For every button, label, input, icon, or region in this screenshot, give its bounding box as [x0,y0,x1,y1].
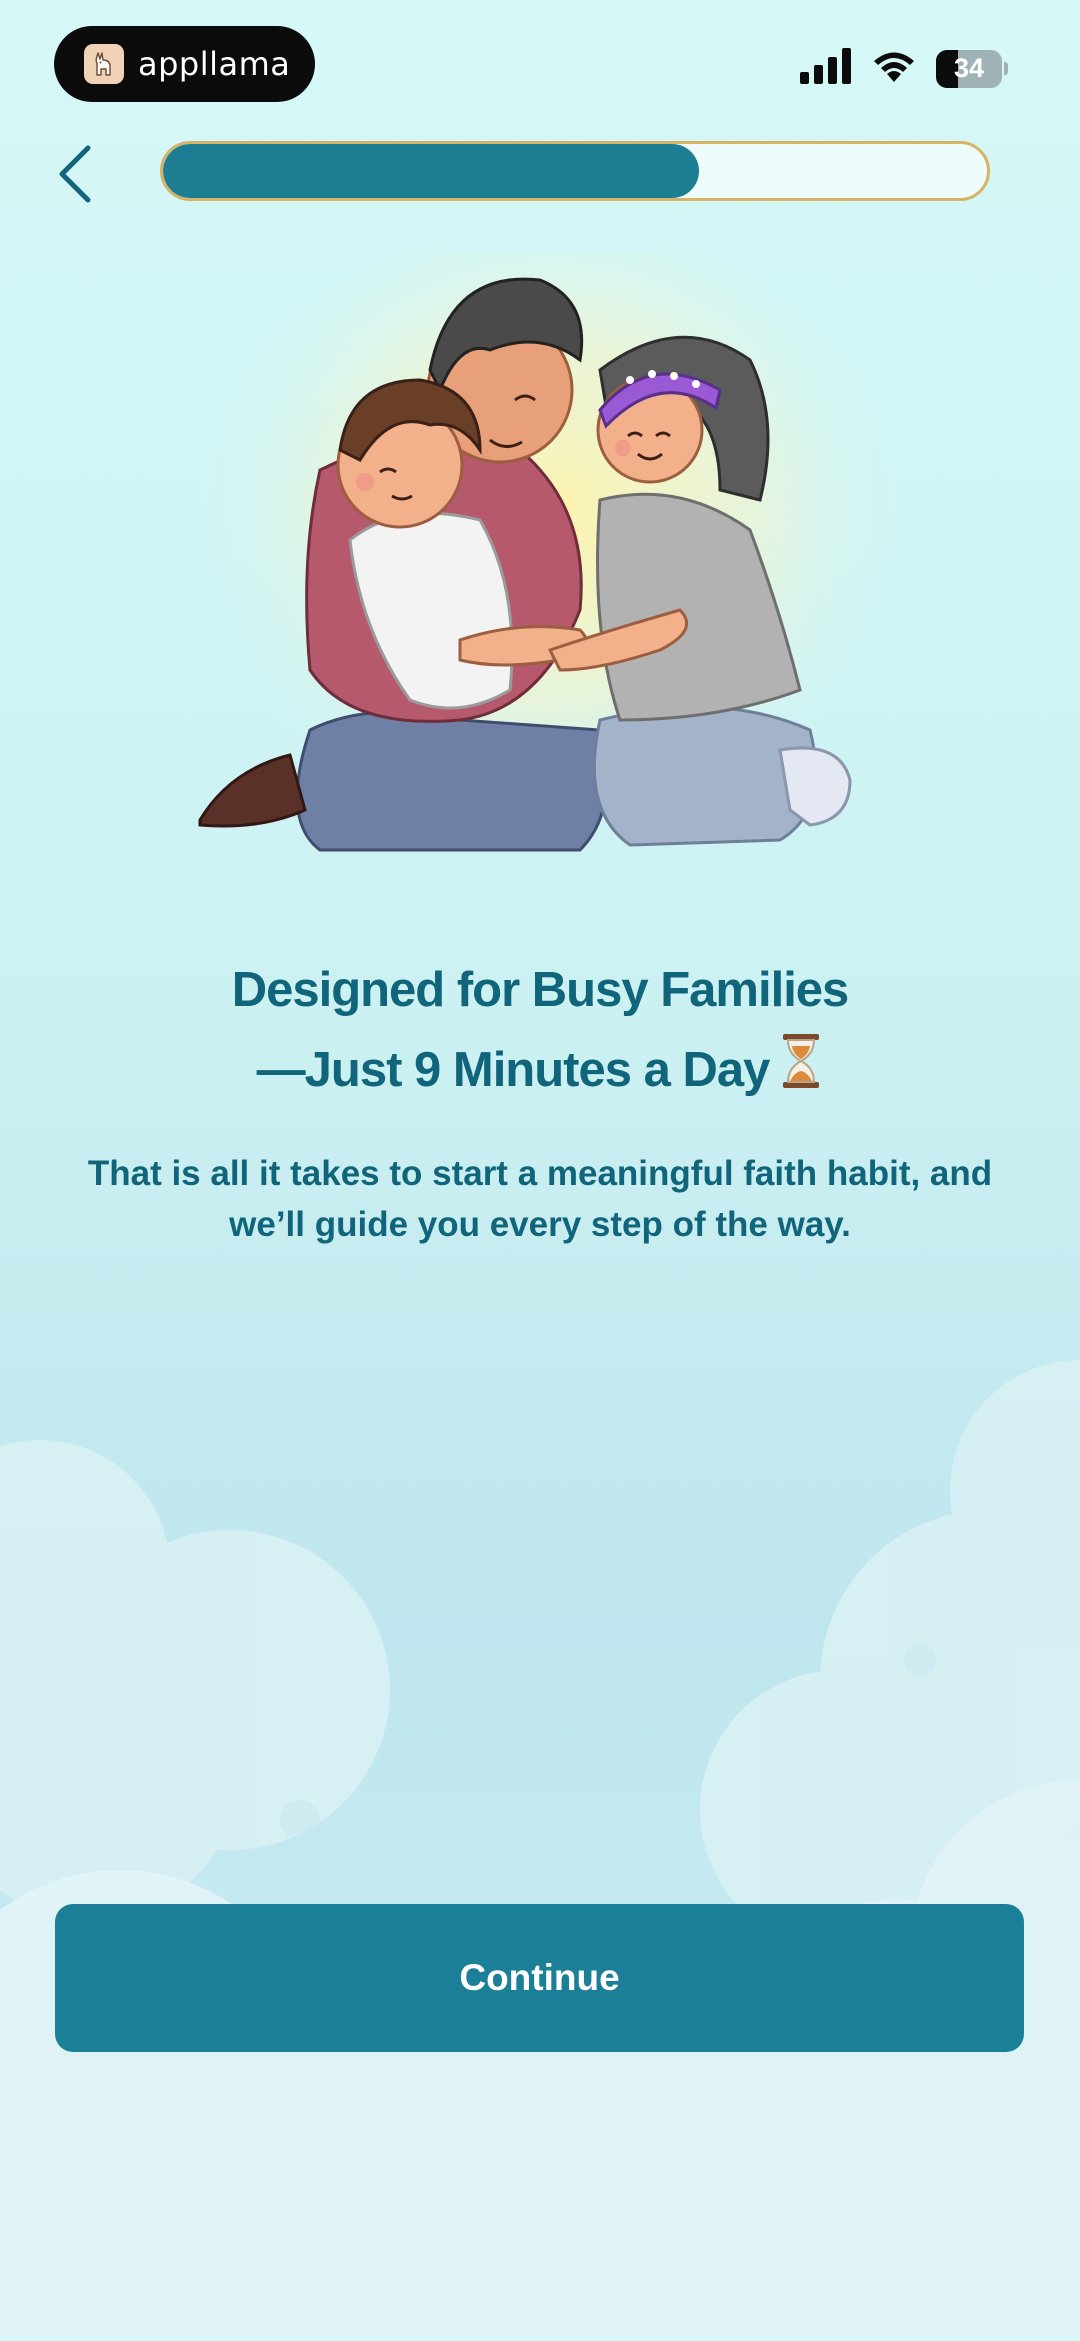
headline: Designed for Busy Families —Just 9 Minut… [40,950,1040,1114]
headline-line-2-text: —Just 9 Minutes a Day [256,1043,771,1097]
headline-line-1: Designed for Busy Families [231,963,850,1017]
hourglass-icon [779,1032,823,1114]
family-hug-illustration [160,220,920,890]
app-switcher-pill[interactable]: appllama [54,26,315,102]
battery-level: 34 [954,53,985,83]
onboarding-progress-bar [160,141,990,201]
headline-line-2: —Just 9 Minutes a Day [40,1030,1040,1114]
chevron-left-icon [59,145,91,203]
progress-fill [163,144,699,198]
app-name: appllama [138,45,291,83]
status-icons: 34 [800,48,1008,89]
continue-button[interactable]: Continue [55,1904,1024,2052]
battery-icon: 34 [936,49,1008,88]
subtext: That is all it takes to start a meaningf… [87,1154,993,1244]
wifi-icon [870,48,918,89]
back-button[interactable] [44,138,104,210]
decorative-clouds [0,1350,1080,2341]
cellular-signal-icon [800,48,852,89]
appllama-logo-icon [84,44,124,84]
